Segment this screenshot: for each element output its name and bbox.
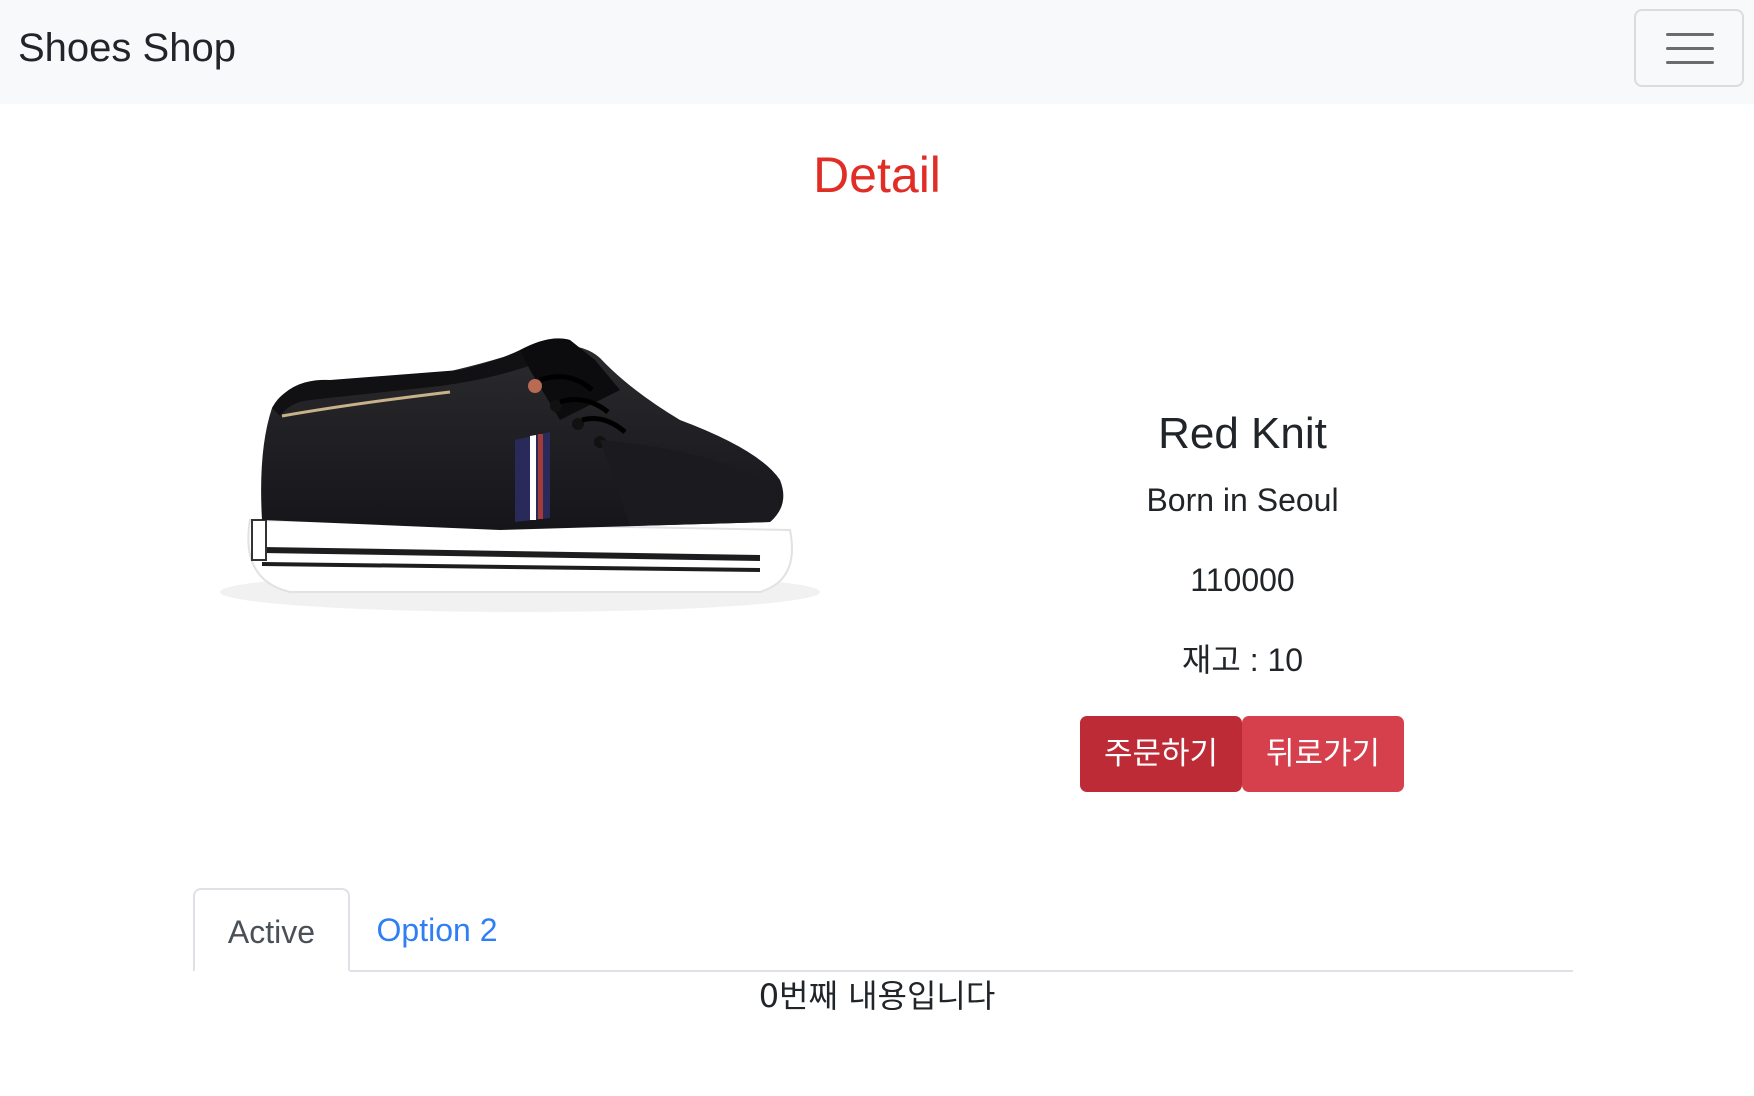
tab-option-2[interactable]: Option 2 xyxy=(350,888,524,972)
product-price: 110000 xyxy=(1190,562,1295,598)
tab-content: 0번째 내용입니다 xyxy=(758,977,996,1015)
product-stock: 재고 : 10 xyxy=(1181,642,1304,678)
black-sneaker-image xyxy=(220,338,820,612)
product-image xyxy=(200,330,860,630)
product-name: Red Knit xyxy=(1158,409,1327,458)
navbar: Shoes Shop xyxy=(0,0,1754,104)
order-button[interactable]: 주문하기 xyxy=(1080,716,1242,792)
navbar-toggler-button[interactable] xyxy=(1634,9,1744,87)
back-button[interactable]: 뒤로가기 xyxy=(1242,716,1404,792)
tab-bar: Active Option 2 xyxy=(193,888,1573,972)
product-description: Born in Seoul xyxy=(1146,482,1339,518)
tab-active[interactable]: Active xyxy=(193,888,350,972)
page-title: Detail xyxy=(813,147,941,203)
brand-link[interactable]: Shoes Shop xyxy=(18,24,236,72)
